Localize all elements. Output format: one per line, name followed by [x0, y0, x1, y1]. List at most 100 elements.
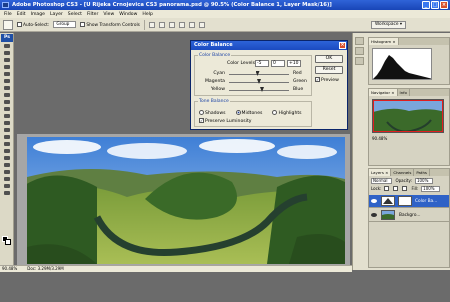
align-top-icon[interactable] — [148, 21, 155, 28]
background-layer-thumbnail — [381, 210, 395, 220]
blend-mode-dropdown[interactable]: Normal — [371, 177, 393, 184]
histogram-panel: Histogram × — [368, 37, 450, 85]
panel-dock: Histogram × Navigator × Info 90.48% Laye… — [352, 33, 450, 270]
eraser-tool-icon[interactable] — [2, 113, 12, 119]
slice-tool-icon[interactable] — [2, 78, 12, 84]
minimize-button[interactable]: _ — [422, 1, 430, 9]
marquee-tool-icon[interactable] — [2, 50, 12, 56]
midtones-radio[interactable]: Midtones — [235, 110, 262, 116]
menu-edit[interactable]: Edit — [17, 12, 26, 17]
document-canvas[interactable] — [17, 134, 350, 267]
layer-mask-thumbnail[interactable] — [398, 196, 412, 206]
notes-tool-icon[interactable] — [2, 169, 12, 175]
yellow-blue-level-input[interactable]: +10 — [287, 60, 301, 67]
menu-file[interactable]: File — [4, 12, 12, 17]
reset-button[interactable]: Reset — [315, 66, 343, 74]
tool-presets-panel-icon[interactable] — [355, 47, 364, 55]
brushes-panel-icon[interactable] — [355, 37, 364, 45]
auto-select-dropdown[interactable]: Group — [53, 21, 77, 28]
histogram-graph — [372, 48, 432, 80]
close-window-button[interactable]: × — [440, 1, 448, 9]
preview-checkbox[interactable]: ✓ Preview — [315, 77, 339, 83]
tab-layers[interactable]: Layers × — [369, 169, 392, 176]
opacity-field[interactable]: 100% — [414, 177, 434, 184]
lock-pixels-icon[interactable] — [393, 186, 399, 191]
separator — [143, 19, 145, 30]
preserve-luminosity-checkbox[interactable]: ✓ Preserve Luminosity — [199, 118, 251, 124]
tab-paths[interactable]: Paths — [414, 169, 430, 176]
menu-select[interactable]: Select — [68, 12, 82, 17]
visibility-eye-icon[interactable] — [371, 213, 377, 217]
move-tool-icon[interactable] — [2, 43, 12, 49]
shape-tool-icon[interactable] — [2, 162, 12, 168]
align-bottom-icon[interactable] — [168, 21, 175, 28]
toolbox: Ps — [0, 33, 14, 270]
magenta-green-slider[interactable]: Magenta Green — [199, 79, 317, 87]
align-right-icon[interactable] — [198, 21, 205, 28]
history-brush-tool-icon[interactable] — [2, 106, 12, 112]
lock-all-icon[interactable] — [402, 186, 408, 191]
type-tool-icon[interactable] — [2, 148, 12, 154]
align-center-icon[interactable] — [188, 21, 195, 28]
zoom-readout[interactable]: 90.48% — [2, 266, 17, 272]
dodge-tool-icon[interactable] — [2, 134, 12, 140]
brush-tool-icon[interactable] — [2, 92, 12, 98]
menu-help[interactable]: Help — [142, 12, 152, 17]
layer-comps-panel-icon[interactable] — [355, 57, 364, 65]
menu-bar: File Edit Image Layer Select Filter View… — [0, 10, 450, 18]
tab-histogram[interactable]: Histogram × — [369, 38, 399, 45]
blur-tool-icon[interactable] — [2, 127, 12, 133]
menu-window[interactable]: Window — [119, 12, 137, 17]
layer-row-color-balance[interactable]: Color Ba... — [369, 195, 449, 208]
cyan-red-slider[interactable]: Cyan Red — [199, 71, 317, 79]
align-middle-icon[interactable] — [158, 21, 165, 28]
maximize-button[interactable]: □ — [431, 1, 439, 9]
path-selection-tool-icon[interactable] — [2, 155, 12, 161]
shadows-radio[interactable]: Shadows — [199, 110, 226, 116]
navigator-panel: Navigator × Info 90.48% — [368, 88, 450, 166]
adjustment-layer-icon — [381, 196, 395, 206]
magenta-green-level-input[interactable]: 0 — [271, 60, 285, 67]
layer-row-background[interactable]: Backgro... — [369, 209, 449, 222]
show-transform-checkbox[interactable]: Show Transform Controls — [80, 21, 140, 28]
move-tool-preset-icon[interactable] — [3, 19, 13, 30]
eyedropper-tool-icon[interactable] — [2, 176, 12, 182]
lasso-tool-icon[interactable] — [2, 57, 12, 63]
menu-image[interactable]: Image — [31, 12, 45, 17]
pen-tool-icon[interactable] — [2, 141, 12, 147]
cyan-red-level-input[interactable]: -5 — [255, 60, 269, 67]
dialog-title: Color Balance × — [191, 41, 347, 50]
tab-channels[interactable]: Channels — [391, 169, 415, 176]
zoom-tool-icon[interactable] — [2, 190, 12, 196]
align-left-icon[interactable] — [178, 21, 185, 28]
ps-logo: Ps — [1, 34, 13, 42]
background-color-swatch[interactable] — [5, 239, 11, 245]
clone-stamp-tool-icon[interactable] — [2, 99, 12, 105]
tab-info[interactable]: Info — [398, 89, 410, 96]
visibility-eye-icon[interactable] — [371, 199, 377, 203]
workspace-button[interactable]: Workspace ▾ — [370, 21, 406, 29]
lock-transparency-icon[interactable] — [384, 186, 390, 191]
crop-tool-icon[interactable] — [2, 71, 12, 77]
fill-field[interactable]: 100% — [421, 185, 440, 192]
fill-label: Fill: — [411, 186, 419, 191]
ok-button[interactable]: OK — [315, 55, 343, 63]
auto-select-checkbox[interactable]: Auto-Select: — [17, 21, 49, 28]
menu-layer[interactable]: Layer — [50, 12, 63, 17]
navigator-view-box[interactable] — [373, 100, 443, 132]
doc-size-readout: Doc: 3.29M/3.29M — [27, 266, 64, 271]
gradient-tool-icon[interactable] — [2, 120, 12, 126]
menu-filter[interactable]: Filter — [87, 12, 98, 17]
yellow-blue-slider[interactable]: Yellow Blue — [199, 87, 317, 95]
highlights-radio[interactable]: Highlights — [272, 110, 302, 116]
layers-panel: Layers × Channels Paths Normal Opacity: … — [368, 168, 450, 268]
menu-view[interactable]: View — [103, 12, 114, 17]
navigator-zoom-readout[interactable]: 90.48% — [372, 136, 387, 141]
healing-brush-tool-icon[interactable] — [2, 85, 12, 91]
hand-tool-icon[interactable] — [2, 183, 12, 189]
dialog-close-button[interactable]: × — [339, 42, 346, 49]
magic-wand-tool-icon[interactable] — [2, 64, 12, 70]
tab-navigator[interactable]: Navigator × — [369, 89, 398, 96]
navigator-thumbnail[interactable] — [372, 99, 444, 133]
color-balance-dialog: Color Balance × Color Balance Color Leve… — [190, 40, 348, 130]
